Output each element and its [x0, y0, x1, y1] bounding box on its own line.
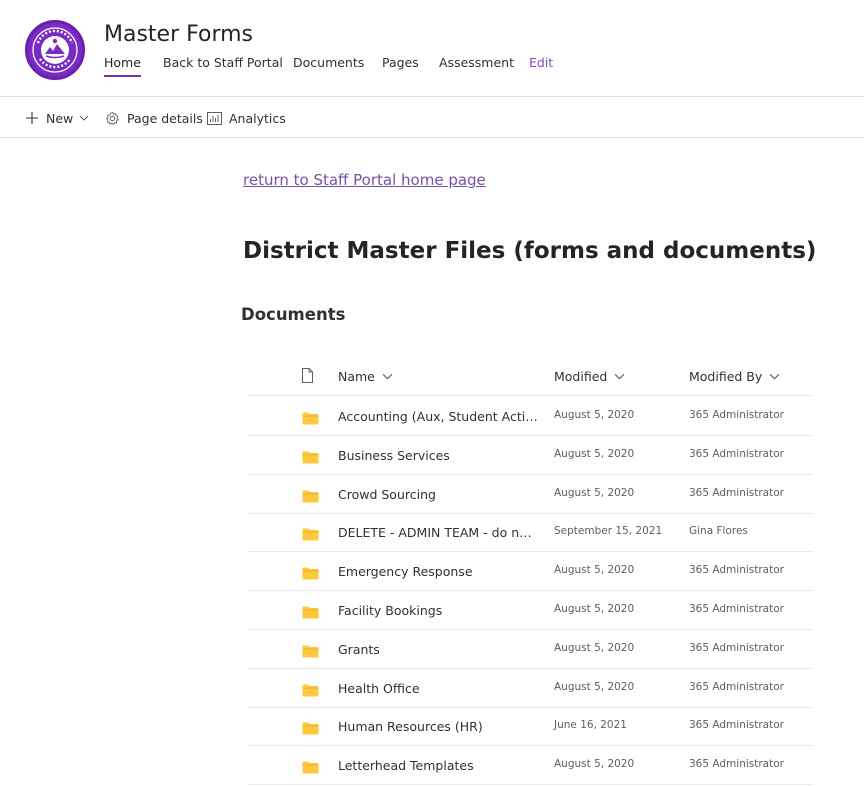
- chevron-down-icon: [615, 373, 625, 380]
- table-row[interactable]: Health Office August 5, 2020 365 Administr…: [248, 669, 813, 708]
- modified-by: 365 Administrator: [689, 447, 784, 460]
- table-row[interactable]: Business Services August 5, 2020 365 Admin…: [248, 436, 813, 475]
- name-column-label: Name: [338, 369, 375, 384]
- table-row[interactable]: Crowd Sourcing August 5, 2020 365 Administ…: [248, 475, 813, 514]
- modified-by: 365 Administrator: [689, 409, 784, 421]
- table-row[interactable]: Human Resources (HR) June 16, 2021 365 Adm…: [248, 707, 813, 747]
- analytics-chart-icon: [207, 111, 222, 125]
- modified-column-header[interactable]: Modified: [554, 369, 625, 384]
- folder-icon: [302, 488, 319, 507]
- folder-icon: [302, 720, 319, 739]
- folder-name[interactable]: Health Office: [338, 681, 538, 696]
- table-row[interactable]: Letterhead Templates August 5, 2020 365 Ad…: [248, 746, 813, 786]
- modified-date: August 5, 2020: [554, 486, 635, 499]
- folder-icon: [302, 759, 319, 778]
- modified-by-column-label: Modified By: [689, 369, 763, 384]
- table-row[interactable]: Emergency Response August 5, 2020 365 Admi…: [248, 552, 813, 592]
- list-header: Name Modified Modified By: [248, 358, 813, 396]
- folder-name[interactable]: Grants: [338, 642, 538, 657]
- folder-icon: [302, 449, 319, 468]
- analytics-button[interactable]: Analytics: [207, 109, 286, 127]
- folder-name[interactable]: Letterhead Templates: [338, 758, 538, 773]
- folder-icon: [302, 682, 319, 701]
- modified-date: August 5, 2020: [554, 680, 635, 693]
- site-title: Master Forms: [104, 22, 254, 47]
- plus-icon: [26, 112, 38, 124]
- table-row[interactable]: Grants August 5, 2020 365 Administrator: [248, 630, 813, 669]
- modified-date: August 5, 2020: [554, 564, 635, 577]
- modified-by: 365 Administrator: [689, 641, 784, 654]
- new-button-label: New: [46, 110, 74, 126]
- file-type-column-header[interactable]: [301, 368, 314, 387]
- folder-name[interactable]: Accounting (Aux, Student Activities...: [338, 409, 538, 424]
- gear-icon: [105, 111, 119, 125]
- folder-icon: [302, 526, 319, 545]
- modified-by: 365 Administrator: [689, 486, 784, 499]
- district-seal-icon: [32, 27, 78, 73]
- folder-name[interactable]: DELETE - ADMIN TEAM - do not ...: [338, 525, 538, 540]
- return-to-staff-portal-link[interactable]: return to Staff Portal home page: [243, 171, 486, 189]
- modified-date: June 16, 2021: [554, 719, 627, 732]
- modified-by: 365 Administrator: [689, 680, 784, 693]
- site-header: Master Forms Home Back to Staff Portal D…: [0, 0, 864, 97]
- nav-edit-link[interactable]: Edit: [529, 55, 553, 70]
- folder-icon: [302, 643, 319, 662]
- folder-name[interactable]: Human Resources (HR): [338, 719, 538, 734]
- modified-date: August 5, 2020: [554, 447, 635, 460]
- table-row[interactable]: Accounting (Aux, Student Activities... Au…: [248, 397, 813, 436]
- command-bar: New Page details Analytics: [0, 98, 864, 138]
- name-column-header[interactable]: Name: [338, 369, 393, 384]
- folder-name[interactable]: Emergency Response: [338, 564, 538, 579]
- page-details-label: Page details: [127, 110, 203, 126]
- modified-date: September 15, 2021: [554, 525, 663, 538]
- chevron-down-icon: [382, 373, 393, 380]
- chevron-down-icon: [770, 373, 780, 380]
- modified-by: 365 Administrator: [689, 758, 784, 771]
- nav-back-to-staff-portal[interactable]: Back to Staff Portal: [163, 55, 283, 70]
- folder-name[interactable]: Facility Bookings: [338, 603, 538, 618]
- analytics-label: Analytics: [229, 110, 286, 126]
- nav-pages[interactable]: Pages: [382, 55, 419, 70]
- nav-assessment[interactable]: Assessment: [439, 55, 514, 70]
- modified-by-column-header[interactable]: Modified By: [689, 369, 780, 384]
- new-button[interactable]: New: [25, 109, 89, 127]
- modified-by: 365 Administrator: [689, 719, 784, 732]
- table-row[interactable]: Facility Bookings August 5, 2020 365 Admin…: [248, 591, 813, 630]
- table-row[interactable]: DELETE - ADMIN TEAM - do not ... Septembe…: [248, 513, 813, 553]
- nav-documents[interactable]: Documents: [293, 55, 364, 70]
- documents-section-heading: Documents: [241, 305, 346, 324]
- page-details-button[interactable]: Page details: [105, 109, 203, 127]
- folder-icon: [302, 565, 319, 584]
- modified-column-label: Modified: [554, 369, 608, 384]
- folder-name[interactable]: Crowd Sourcing: [338, 487, 538, 502]
- document-icon: [302, 368, 313, 383]
- modified-by: 365 Administrator: [689, 603, 784, 615]
- modified-by: Gina Flores: [689, 525, 748, 538]
- page-heading: District Master Files (forms and documen…: [243, 238, 817, 264]
- modified-date: August 5, 2020: [554, 603, 635, 615]
- modified-date: August 5, 2020: [554, 758, 635, 771]
- folder-icon: [302, 410, 319, 429]
- nav-home[interactable]: Home: [104, 55, 141, 77]
- folder-name[interactable]: Business Services: [338, 448, 538, 463]
- site-logo[interactable]: [25, 20, 85, 80]
- folder-icon: [302, 604, 319, 623]
- modified-date: August 5, 2020: [554, 641, 635, 654]
- modified-by: 365 Administrator: [689, 564, 784, 577]
- modified-date: August 5, 2020: [554, 409, 635, 421]
- chevron-down-icon: [79, 115, 89, 121]
